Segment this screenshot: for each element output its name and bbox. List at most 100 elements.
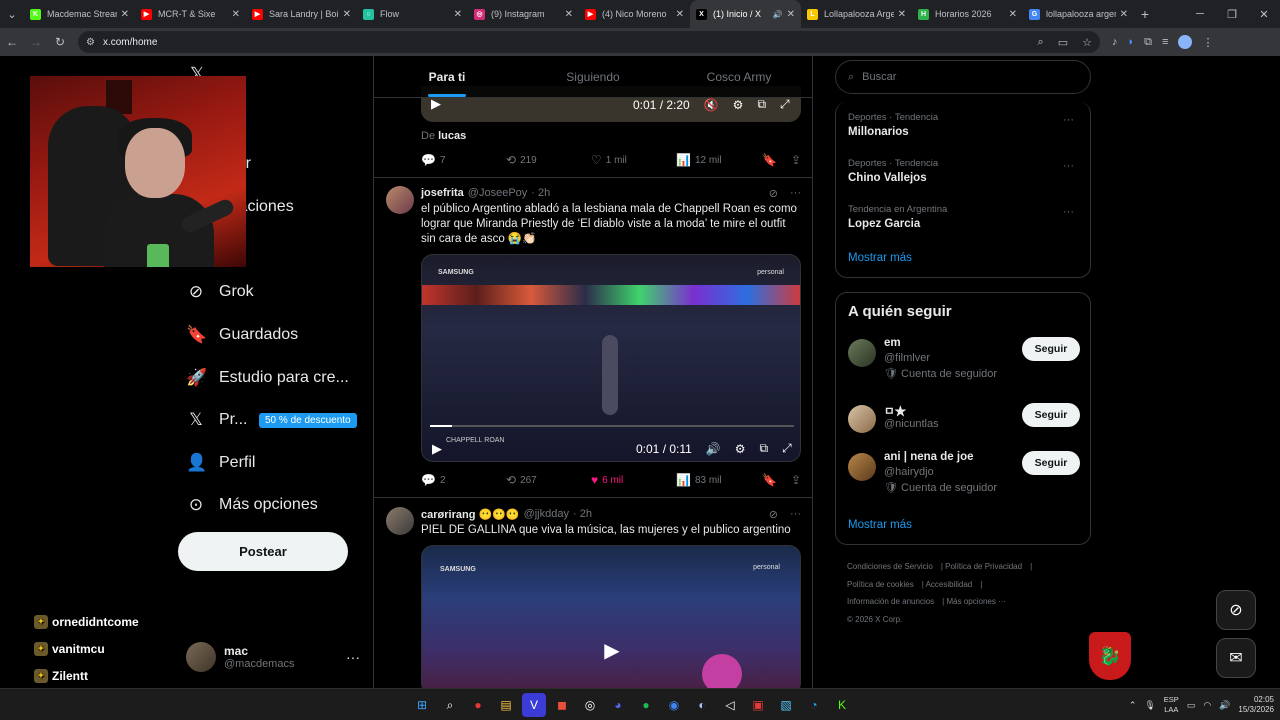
play-icon[interactable]: ▶: [432, 441, 442, 457]
follow-button[interactable]: Seguir: [1022, 337, 1080, 361]
app-icon[interactable]: ◎: [578, 693, 602, 717]
fullscreen-icon[interactable]: ⤢: [782, 441, 792, 456]
extension-icon[interactable]: ◗: [1128, 36, 1135, 48]
footer-link-cookies[interactable]: Política de cookies: [847, 580, 914, 589]
file-explorer-icon[interactable]: ▤: [494, 693, 518, 717]
battery-icon[interactable]: ▭: [1187, 700, 1196, 711]
footer-link-ads-info[interactable]: Información de anuncios: [847, 597, 934, 606]
zoom-icon[interactable]: ⌕: [1038, 36, 1044, 49]
repost-button[interactable]: ⟲ 267: [506, 473, 591, 487]
more-icon[interactable]: ···: [790, 187, 801, 200]
app-v-icon[interactable]: V: [522, 693, 546, 717]
back-icon[interactable]: ←: [0, 30, 24, 54]
windows-start-icon[interactable]: ⊞: [410, 693, 434, 717]
discord-icon[interactable]: ◕: [606, 693, 630, 717]
language-indicator[interactable]: ESP LAA: [1164, 695, 1179, 715]
from-user[interactable]: lucas: [438, 130, 466, 142]
chrome-icon[interactable]: ◉: [662, 693, 686, 717]
pip-icon[interactable]: ⧉: [760, 441, 769, 456]
more-icon[interactable]: ···: [790, 508, 801, 521]
grok-icon[interactable]: ⊘: [769, 508, 778, 521]
suggestion-name[interactable]: ㅁ★: [884, 403, 906, 419]
app-icon[interactable]: ▧: [774, 693, 798, 717]
edge-icon[interactable]: ◔: [802, 693, 826, 717]
nav-item-perfil[interactable]: 👤 Perfil: [186, 443, 255, 483]
settings-icon[interactable]: ⚙: [733, 98, 744, 112]
tab-close-icon[interactable]: ✕: [343, 9, 351, 20]
messages-float-icon[interactable]: ✉: [1216, 638, 1256, 678]
account-switcher[interactable]: mac @macdemacs ···: [186, 639, 366, 675]
nav-item-más-opciones[interactable]: ⊙ Más opciones: [186, 485, 318, 525]
avatar[interactable]: [848, 405, 876, 433]
footer-link-terms[interactable]: Condiciones de Servicio: [847, 562, 933, 571]
bookmark-icon[interactable]: 🔖: [762, 473, 777, 487]
tab-close-icon[interactable]: ✕: [787, 9, 795, 20]
browser-tab[interactable]: H Horarios 2026 ✕: [912, 0, 1023, 28]
tab-close-icon[interactable]: ✕: [1009, 9, 1017, 20]
browser-tab[interactable]: ▶ (4) Nico Moreno ✕: [579, 0, 690, 28]
tab-close-icon[interactable]: ✕: [454, 9, 462, 20]
suggestion-name[interactable]: ani | nena de joe: [884, 451, 974, 463]
reading-list-icon[interactable]: ≡: [1162, 36, 1168, 48]
post-author-handle[interactable]: @JoseePoy: [468, 187, 527, 199]
browser-tab[interactable]: Glollapalooza argen ✕: [1023, 0, 1134, 28]
tab-close-icon[interactable]: ✕: [1120, 9, 1128, 20]
post-author-name[interactable]: carørirang 😶😶😶: [421, 508, 520, 521]
cast-icon[interactable]: ▭: [1058, 36, 1068, 49]
grok-float-icon[interactable]: ⊘: [1216, 590, 1256, 630]
follow-suggestion[interactable]: em @filmlver 🛡 Cuenta de seguidor Seguir: [848, 337, 1080, 381]
tab-close-icon[interactable]: ✕: [676, 9, 684, 20]
reply-button[interactable]: 💬 7: [421, 153, 506, 167]
browser-tab[interactable]: ▶ MCR-T & Sixe ✕: [135, 0, 246, 28]
post-time[interactable]: · 2h: [573, 508, 592, 520]
app-icon[interactable]: ◼: [550, 693, 574, 717]
search-input[interactable]: ⌕ Buscar: [835, 60, 1091, 94]
bookmark-icon[interactable]: 🔖: [762, 153, 777, 167]
footer-link-privacy[interactable]: Política de Privacidad: [945, 562, 1022, 571]
repost-button[interactable]: ⟲ 219: [506, 153, 591, 167]
kick-icon[interactable]: K: [830, 693, 854, 717]
like-button[interactable]: ♥ 6 mil: [591, 473, 676, 487]
post-author-name[interactable]: josefrita: [421, 187, 464, 199]
menu-icon[interactable]: ⋮: [1202, 36, 1213, 49]
avatar[interactable]: [848, 339, 876, 367]
app-icon[interactable]: ◁: [718, 693, 742, 717]
browser-tab[interactable]: ◎ (9) Instagram ✕: [468, 0, 579, 28]
tab-close-icon[interactable]: ✕: [898, 9, 906, 20]
views-button[interactable]: 📊 12 mil: [676, 153, 761, 167]
footer-link-accessibility[interactable]: Accesibilidad: [926, 580, 973, 589]
pip-icon[interactable]: ⧉: [757, 97, 766, 112]
reload-icon[interactable]: ↻: [48, 30, 72, 54]
profile-avatar[interactable]: [1178, 35, 1193, 49]
premium-discount-badge[interactable]: 50 % de descuento: [259, 413, 357, 428]
voicemeeter-icon[interactable]: ▣: [746, 693, 770, 717]
browser-tab[interactable]: ▶ Sara Landry | Boile ✕: [246, 0, 357, 28]
media-icon[interactable]: ♪: [1112, 36, 1118, 48]
browser-tab[interactable]: L Lollapalooza Arge ✕: [801, 0, 912, 28]
like-button[interactable]: ♡ 1 mil: [591, 153, 676, 167]
follow-button[interactable]: Seguir: [1022, 451, 1080, 475]
show-more-link[interactable]: Mostrar más: [848, 519, 912, 531]
footer-link-more[interactable]: Más opciones ···: [946, 597, 1006, 606]
tab-close-icon[interactable]: ✕: [121, 9, 129, 20]
post-video[interactable]: SAMSUNG personal CHAPPELL ROAN ▶ 0:01 / …: [421, 254, 801, 462]
post-author-handle[interactable]: @jjkdday: [524, 508, 569, 520]
puzzle-icon[interactable]: ⧉: [1144, 36, 1152, 49]
play-icon[interactable]: ▶: [598, 636, 626, 664]
volume-icon[interactable]: 🔊: [706, 442, 721, 456]
avatar[interactable]: [386, 507, 414, 535]
tab-close-icon[interactable]: ✕: [565, 9, 573, 20]
browser-tab[interactable]: ○ Flow ✕: [357, 0, 468, 28]
chevron-up-icon[interactable]: ⌃: [1129, 700, 1137, 711]
avatar[interactable]: [848, 453, 876, 481]
views-button[interactable]: 📊 83 mil: [676, 473, 761, 487]
app-icon[interactable]: ●: [466, 693, 490, 717]
volume-icon[interactable]: 🔊: [1219, 700, 1230, 711]
clock[interactable]: 02:05 15/3/2026: [1238, 695, 1274, 715]
mic-icon[interactable]: 🎙: [1144, 700, 1155, 711]
more-icon[interactable]: ···: [1063, 160, 1074, 172]
trend-item[interactable]: Tendencia en Argentina Lopez Garcia ···: [848, 204, 1080, 230]
post-time[interactable]: · 2h: [531, 187, 550, 199]
follow-suggestion[interactable]: ㅁ★ @nicuntlas Seguir: [848, 403, 1080, 447]
nav-item-grok[interactable]: ⊘ Grok: [186, 272, 254, 312]
